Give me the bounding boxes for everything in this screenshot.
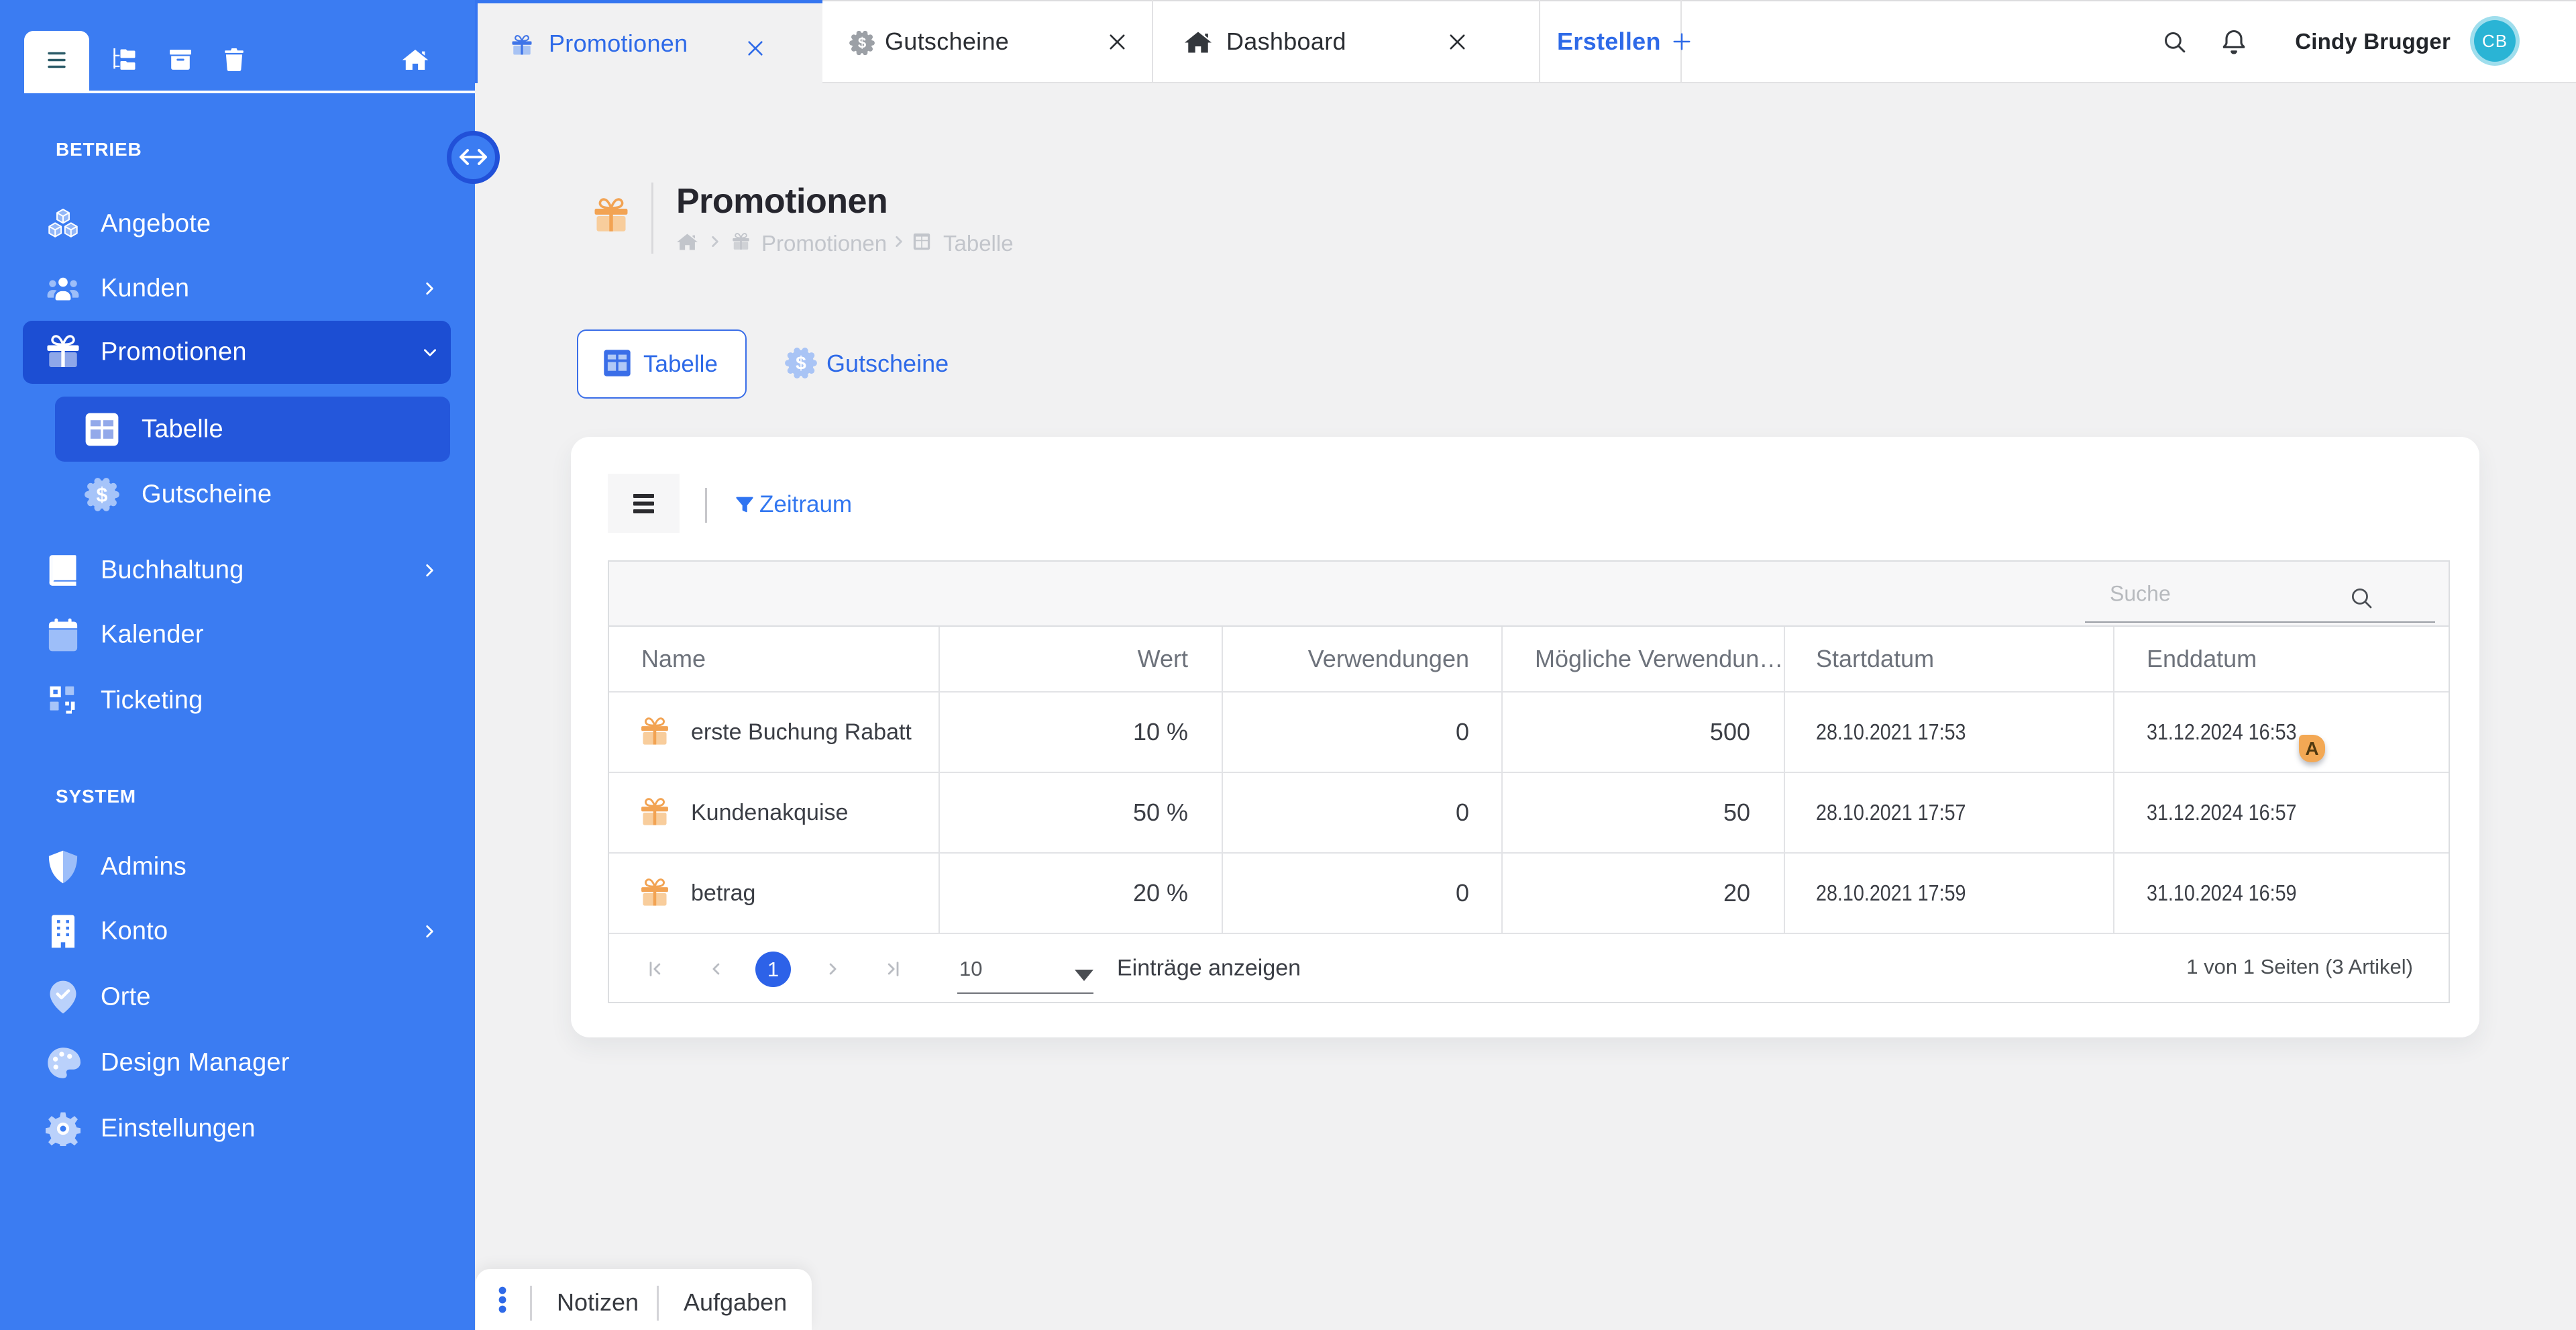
svg-text:$: $ [796,353,806,374]
svg-text:$: $ [97,483,108,506]
svg-text:$: $ [858,35,867,52]
